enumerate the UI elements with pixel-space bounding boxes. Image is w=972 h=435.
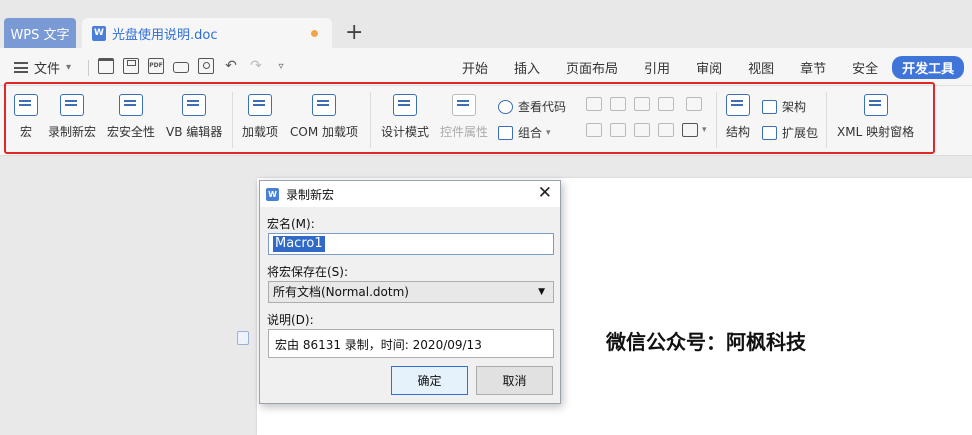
text-control-icon[interactable]: [586, 97, 602, 111]
quick-access-toolbar: PDF ↶ ↷ ▿: [98, 58, 298, 74]
dropdown-control-icon[interactable]: [610, 123, 626, 137]
design-mode-button[interactable]: 设计模式: [381, 94, 429, 140]
rich-text-control-icon[interactable]: [610, 97, 626, 111]
dialog-title-bar[interactable]: W 录制新宏 ✕: [260, 181, 560, 207]
document-body-text: 微信公众号：阿枫科技: [606, 330, 806, 354]
record-macro-icon: [60, 94, 84, 116]
cancel-button[interactable]: 取消: [476, 366, 553, 395]
picture-control-icon[interactable]: [634, 97, 650, 111]
checkbox-control-icon[interactable]: [686, 97, 702, 111]
chevron-down-icon: ▾: [66, 62, 72, 73]
tab-insert[interactable]: 插入: [514, 58, 540, 77]
repeat-control-icon[interactable]: [658, 123, 674, 137]
ok-button[interactable]: 确定: [391, 366, 468, 395]
dialog-title: 录制新宏: [286, 187, 335, 202]
structure-icon: [726, 94, 750, 116]
hamburger-icon: [14, 62, 28, 73]
record-macro-dialog: W 录制新宏 ✕ 宏名(M): Macro1 将宏保存在(S): 所有文档(No…: [259, 180, 561, 404]
divider: [232, 92, 233, 148]
tab-security[interactable]: 安全: [852, 58, 878, 77]
redo-icon[interactable]: ↷: [248, 58, 264, 74]
tab-review[interactable]: 审阅: [696, 58, 722, 77]
word-doc-icon: W: [92, 25, 106, 41]
print-preview-icon[interactable]: [198, 58, 214, 74]
ribbon-tabs: 开始 插入 页面布局 引用 审阅 视图 章节 安全 开发工具: [462, 48, 965, 86]
description-label: 说明(D):: [267, 313, 314, 327]
divider: [826, 92, 827, 148]
group-button[interactable]: 组合 ▾: [498, 124, 551, 141]
schema-button[interactable]: 架构: [762, 98, 806, 115]
open-folder-icon[interactable]: [98, 58, 114, 74]
macro-button[interactable]: 宏: [14, 94, 38, 140]
expansion-pack-button[interactable]: 扩展包: [762, 124, 818, 141]
export-pdf-icon[interactable]: PDF: [148, 58, 164, 74]
macro-icon: [14, 94, 38, 116]
document-tab-title: 光盘使用说明.doc: [112, 27, 218, 43]
com-addins-button[interactable]: COM 加载项: [290, 94, 358, 140]
file-menu-button[interactable]: 文件 ▾: [14, 58, 71, 77]
new-tab-button[interactable]: +: [345, 20, 363, 45]
code-editor-icon: [182, 94, 207, 116]
close-icon[interactable]: ✕: [538, 183, 552, 203]
control-properties-button[interactable]: 控件属性: [440, 94, 488, 140]
magnifier-icon: [498, 99, 513, 114]
tab-page-layout[interactable]: 页面布局: [566, 58, 618, 77]
tab-bar: WPS 文字 W 光盘使用说明.doc +: [0, 0, 972, 48]
menu-bar: 文件 ▾ PDF ↶ ↷ ▿ 开始 插入 页面布局 引用 审阅 视图 章节 安全…: [0, 48, 972, 86]
tab-view[interactable]: 视图: [748, 58, 774, 77]
store-macro-value: 所有文档(Normal.dotm): [273, 285, 409, 299]
undo-icon[interactable]: ↶: [223, 58, 239, 74]
divider: [370, 92, 371, 148]
xml-mapping-pane-button[interactable]: XML 映射窗格: [837, 94, 914, 140]
shield-warning-icon: [119, 94, 143, 116]
divider: [716, 92, 717, 148]
save-icon[interactable]: [123, 58, 139, 74]
document-tab[interactable]: W 光盘使用说明.doc: [82, 18, 332, 48]
view-code-button[interactable]: 查看代码: [498, 98, 566, 115]
gear-icon: [248, 94, 272, 116]
legacy-tools-icon[interactable]: [682, 123, 698, 137]
macro-name-label: 宏名(M):: [267, 217, 315, 231]
xml-mapping-icon: [863, 94, 888, 116]
tab-section[interactable]: 章节: [800, 58, 826, 77]
paragraph-marker-icon[interactable]: [237, 331, 249, 345]
macro-security-button[interactable]: 宏安全性: [107, 94, 155, 140]
building-block-control-icon[interactable]: [658, 97, 674, 111]
design-ruler-icon: [393, 94, 417, 116]
tab-developer[interactable]: 开发工具: [892, 55, 965, 79]
unsaved-dot-icon: [311, 30, 318, 37]
app-tab-label: WPS 文字: [10, 27, 70, 43]
chevron-down-icon: ▾: [546, 127, 551, 138]
combo-box-control-icon[interactable]: [586, 123, 602, 137]
developer-ribbon: 宏 录制新宏 宏安全性 VB 编辑器 加载项 COM 加载项 设计模式 控件属性…: [0, 86, 972, 156]
store-macro-select[interactable]: 所有文档(Normal.dotm) ▼: [268, 281, 554, 303]
macro-name-value: Macro1: [273, 236, 325, 252]
schema-icon: [762, 99, 777, 114]
customize-toolbar-icon[interactable]: ▿: [273, 61, 289, 72]
macro-name-input[interactable]: Macro1: [268, 233, 554, 255]
date-control-icon[interactable]: [634, 123, 650, 137]
expansion-pack-icon: [762, 125, 777, 140]
record-macro-button[interactable]: 录制新宏: [48, 94, 96, 140]
store-macro-label: 将宏保存在(S):: [267, 265, 349, 279]
properties-icon: [452, 94, 476, 116]
description-field[interactable]: 宏由 86131 录制，时间: 2020/09/13: [268, 329, 554, 358]
dropdown-arrow-icon: ▼: [538, 287, 545, 297]
com-gear-icon: [312, 94, 336, 116]
group-icon: [498, 125, 513, 140]
addins-button[interactable]: 加载项: [242, 94, 278, 140]
app-tab[interactable]: WPS 文字: [4, 18, 76, 48]
tab-home[interactable]: 开始: [462, 58, 488, 77]
print-icon[interactable]: [173, 62, 189, 73]
wps-writer-icon: W: [266, 187, 279, 201]
chevron-down-icon: ▾: [702, 125, 707, 135]
structure-button[interactable]: 结构: [726, 94, 750, 140]
divider: [88, 60, 89, 76]
file-menu-label: 文件: [34, 62, 61, 77]
tab-references[interactable]: 引用: [644, 58, 670, 77]
vb-editor-button[interactable]: VB 编辑器: [166, 94, 222, 140]
